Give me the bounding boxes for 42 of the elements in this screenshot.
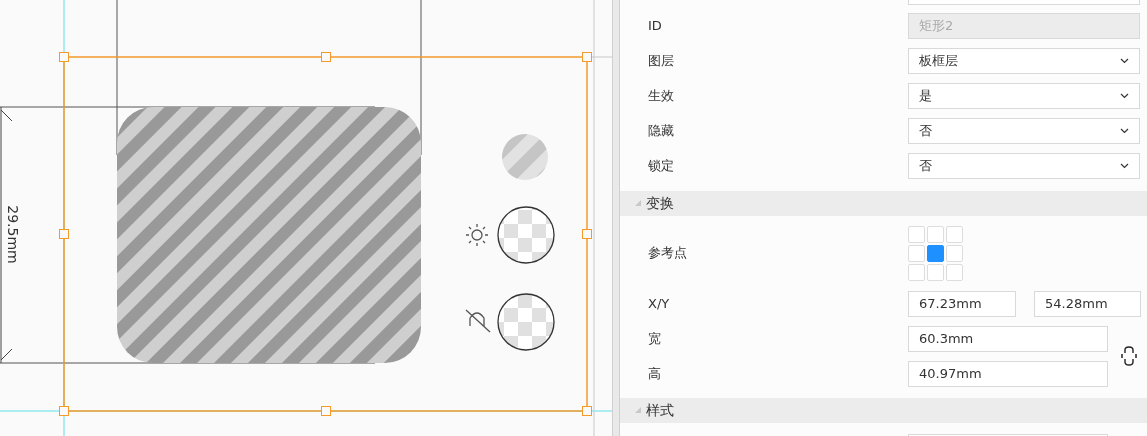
property-label: 图层 [647,52,675,71]
property-label: 锁定 [647,157,675,176]
input-field[interactable]: 67.23mm [908,290,1016,317]
resize-handle[interactable] [321,52,331,62]
property-label: 宽 [647,329,662,348]
resize-handle[interactable] [582,406,592,416]
expanded-triangle-icon [634,199,642,207]
resize-handle[interactable] [59,229,69,239]
reference-point-cell[interactable] [927,244,944,262]
property-label: 隐藏 [647,122,675,141]
resize-handle[interactable] [59,52,69,62]
dimension-label: 29.5mm [3,205,22,264]
chevron-down-icon [1120,163,1129,169]
section-header[interactable]: 样式 [620,397,1147,423]
property-label: X/Y [647,294,671,313]
resize-handle[interactable] [59,406,69,416]
hidden-icon[interactable] [465,309,491,333]
checker-circle[interactable] [497,206,555,264]
input-field[interactable]: 40.97mm [908,360,1108,387]
expanded-triangle-icon [634,406,642,414]
property-label: 生效 [647,87,675,106]
select-field[interactable]: 否 [908,153,1140,179]
sun-icon[interactable] [465,223,489,247]
chevron-down-icon [1120,128,1129,134]
link-icon[interactable] [1120,346,1138,366]
input-field[interactable]: 54.28mm [1034,290,1141,317]
resize-handle[interactable] [321,406,331,416]
select-field[interactable]: 否 [908,118,1140,144]
chevron-down-icon [1120,58,1129,64]
resize-handle[interactable] [582,229,592,239]
select-field[interactable]: 板框层 [908,48,1140,74]
property-label: 高 [647,364,662,383]
property-label: ID [647,17,663,36]
input-field[interactable]: 60.3mm [908,325,1108,352]
property-label: 参考点 [647,244,688,263]
resize-handle[interactable] [582,52,592,62]
chevron-down-icon [1120,93,1129,99]
striped-circle [502,134,548,180]
select-field[interactable]: 是 [908,83,1140,109]
panel-splitter[interactable] [612,0,620,436]
section-header[interactable]: 变换 [620,190,1147,216]
checker-circle[interactable] [497,293,555,351]
